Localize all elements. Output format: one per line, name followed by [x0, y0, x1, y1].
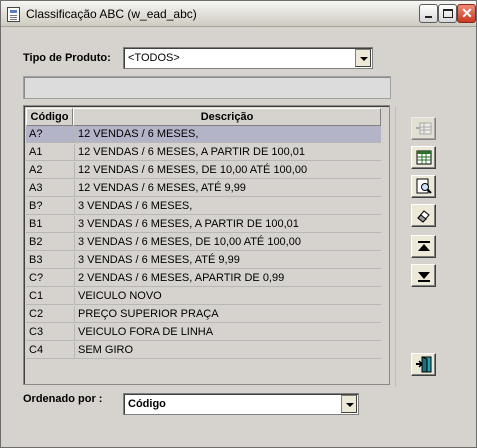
cell-codigo: C? [29, 272, 44, 284]
table-row[interactable]: C3 VEICULO FORA DE LINHA [26, 324, 381, 341]
cell-codigo: A3 [29, 182, 43, 194]
move-up-button[interactable] [411, 235, 436, 258]
title-bar[interactable]: Classificação ABC (w_ead_abc) ✕ [1, 1, 476, 27]
ordenado-por-value: Código [128, 398, 166, 410]
close-icon: ✕ [461, 5, 473, 21]
table-row[interactable]: C2 PREÇO SUPERIOR PRAÇA [26, 306, 381, 323]
table-row[interactable]: C4 SEM GIRO [26, 342, 381, 359]
column-header-descricao[interactable]: Descrição [73, 108, 381, 126]
status-bar [23, 76, 391, 99]
insert-row-icon [416, 122, 432, 135]
maximize-icon [443, 9, 453, 18]
move-down-button[interactable] [411, 264, 436, 287]
cell-codigo: A? [29, 128, 43, 140]
exit-door-icon [416, 356, 432, 373]
minimize-icon [425, 16, 432, 18]
table-row[interactable]: C? 2 VENDAS / 6 MESES, APARTIR DE 0,99 [26, 270, 381, 287]
cell-codigo: B2 [29, 236, 43, 248]
table-row[interactable]: B? 3 VENDAS / 6 MESES, [26, 198, 381, 215]
eraser-icon [417, 210, 430, 223]
eraser-button[interactable] [411, 204, 436, 227]
cell-descricao: 12 VENDAS / 6 MESES, DE 10,00 ATÉ 100,00 [74, 162, 379, 179]
maximize-button[interactable] [438, 4, 457, 23]
ordenado-por-select[interactable]: Código [123, 393, 359, 415]
window: Classificação ABC (w_ead_abc) ✕ Tipo de … [0, 0, 477, 448]
minimize-button[interactable] [419, 4, 438, 23]
window-title: Classificação ABC (w_ead_abc) [26, 7, 197, 21]
cell-descricao: 12 VENDAS / 6 MESES, ATÉ 9,99 [74, 180, 379, 197]
print-preview-icon [416, 178, 432, 194]
cell-descricao: 3 VENDAS / 6 MESES, ATÉ 9,99 [74, 252, 379, 269]
table-row[interactable]: A2 12 VENDAS / 6 MESES, DE 10,00 ATÉ 100… [26, 162, 381, 179]
cell-codigo: C2 [29, 308, 44, 320]
classification-table[interactable]: Código Descrição A? 12 VENDAS / 6 MESES,… [23, 105, 390, 385]
cell-codigo: A1 [29, 146, 43, 158]
cell-descricao: PREÇO SUPERIOR PRAÇA [74, 306, 379, 323]
table-header: Código Descrição [26, 108, 381, 126]
cell-codigo: B? [29, 200, 43, 212]
table-row[interactable]: B1 3 VENDAS / 6 MESES, A PARTIR DE 100,0… [26, 216, 381, 233]
column-header-codigo[interactable]: Código [26, 108, 73, 126]
cell-codigo: B3 [29, 254, 43, 266]
cell-codigo: A2 [29, 164, 43, 176]
cell-descricao: 12 VENDAS / 6 MESES, A PARTIR DE 100,01 [74, 144, 379, 161]
cell-descricao: 3 VENDAS / 6 MESES, DE 10,00 ATÉ 100,00 [74, 234, 379, 251]
tipo-produto-value: <TODOS> [128, 52, 180, 64]
tipo-produto-select[interactable]: <TODOS> [123, 47, 373, 69]
table-grid-icon [416, 150, 432, 165]
cell-descricao: VEICULO NOVO [74, 288, 379, 305]
move-down-icon [418, 272, 430, 282]
cell-codigo: C1 [29, 290, 44, 302]
table-row[interactable]: A1 12 VENDAS / 6 MESES, A PARTIR DE 100,… [26, 144, 381, 161]
cell-codigo: C4 [29, 344, 44, 356]
cell-descricao: SEM GIRO [74, 342, 379, 359]
cell-descricao: 2 VENDAS / 6 MESES, APARTIR DE 0,99 [74, 270, 379, 287]
insert-row-button[interactable] [411, 117, 436, 140]
cell-descricao: 3 VENDAS / 6 MESES, [74, 198, 379, 215]
ordenado-por-label: Ordenado por : [23, 393, 103, 405]
exit-button[interactable] [411, 353, 436, 376]
side-toolbar [395, 107, 451, 387]
move-up-icon [418, 241, 430, 251]
chevron-down-icon[interactable] [355, 49, 371, 67]
table-grid-button[interactable] [411, 146, 436, 169]
print-preview-button[interactable] [411, 175, 436, 198]
cell-descricao: 3 VENDAS / 6 MESES, A PARTIR DE 100,01 [74, 216, 379, 233]
app-icon[interactable] [7, 7, 20, 22]
cell-descricao: VEICULO FORA DE LINHA [74, 324, 379, 341]
cell-descricao: 12 VENDAS / 6 MESES, [74, 126, 379, 143]
cell-codigo: C3 [29, 326, 44, 338]
table-row[interactable]: B3 3 VENDAS / 6 MESES, ATÉ 9,99 [26, 252, 381, 269]
table-row[interactable]: C1 VEICULO NOVO [26, 288, 381, 305]
table-row[interactable]: B2 3 VENDAS / 6 MESES, DE 10,00 ATÉ 100,… [26, 234, 381, 251]
table-row[interactable]: A? 12 VENDAS / 6 MESES, [26, 126, 381, 143]
chevron-down-icon[interactable] [341, 395, 357, 413]
table-row[interactable]: A3 12 VENDAS / 6 MESES, ATÉ 9,99 [26, 180, 381, 197]
tipo-produto-label: Tipo de Produto: [23, 52, 111, 64]
cell-codigo: B1 [29, 218, 43, 230]
close-button[interactable]: ✕ [457, 4, 476, 23]
